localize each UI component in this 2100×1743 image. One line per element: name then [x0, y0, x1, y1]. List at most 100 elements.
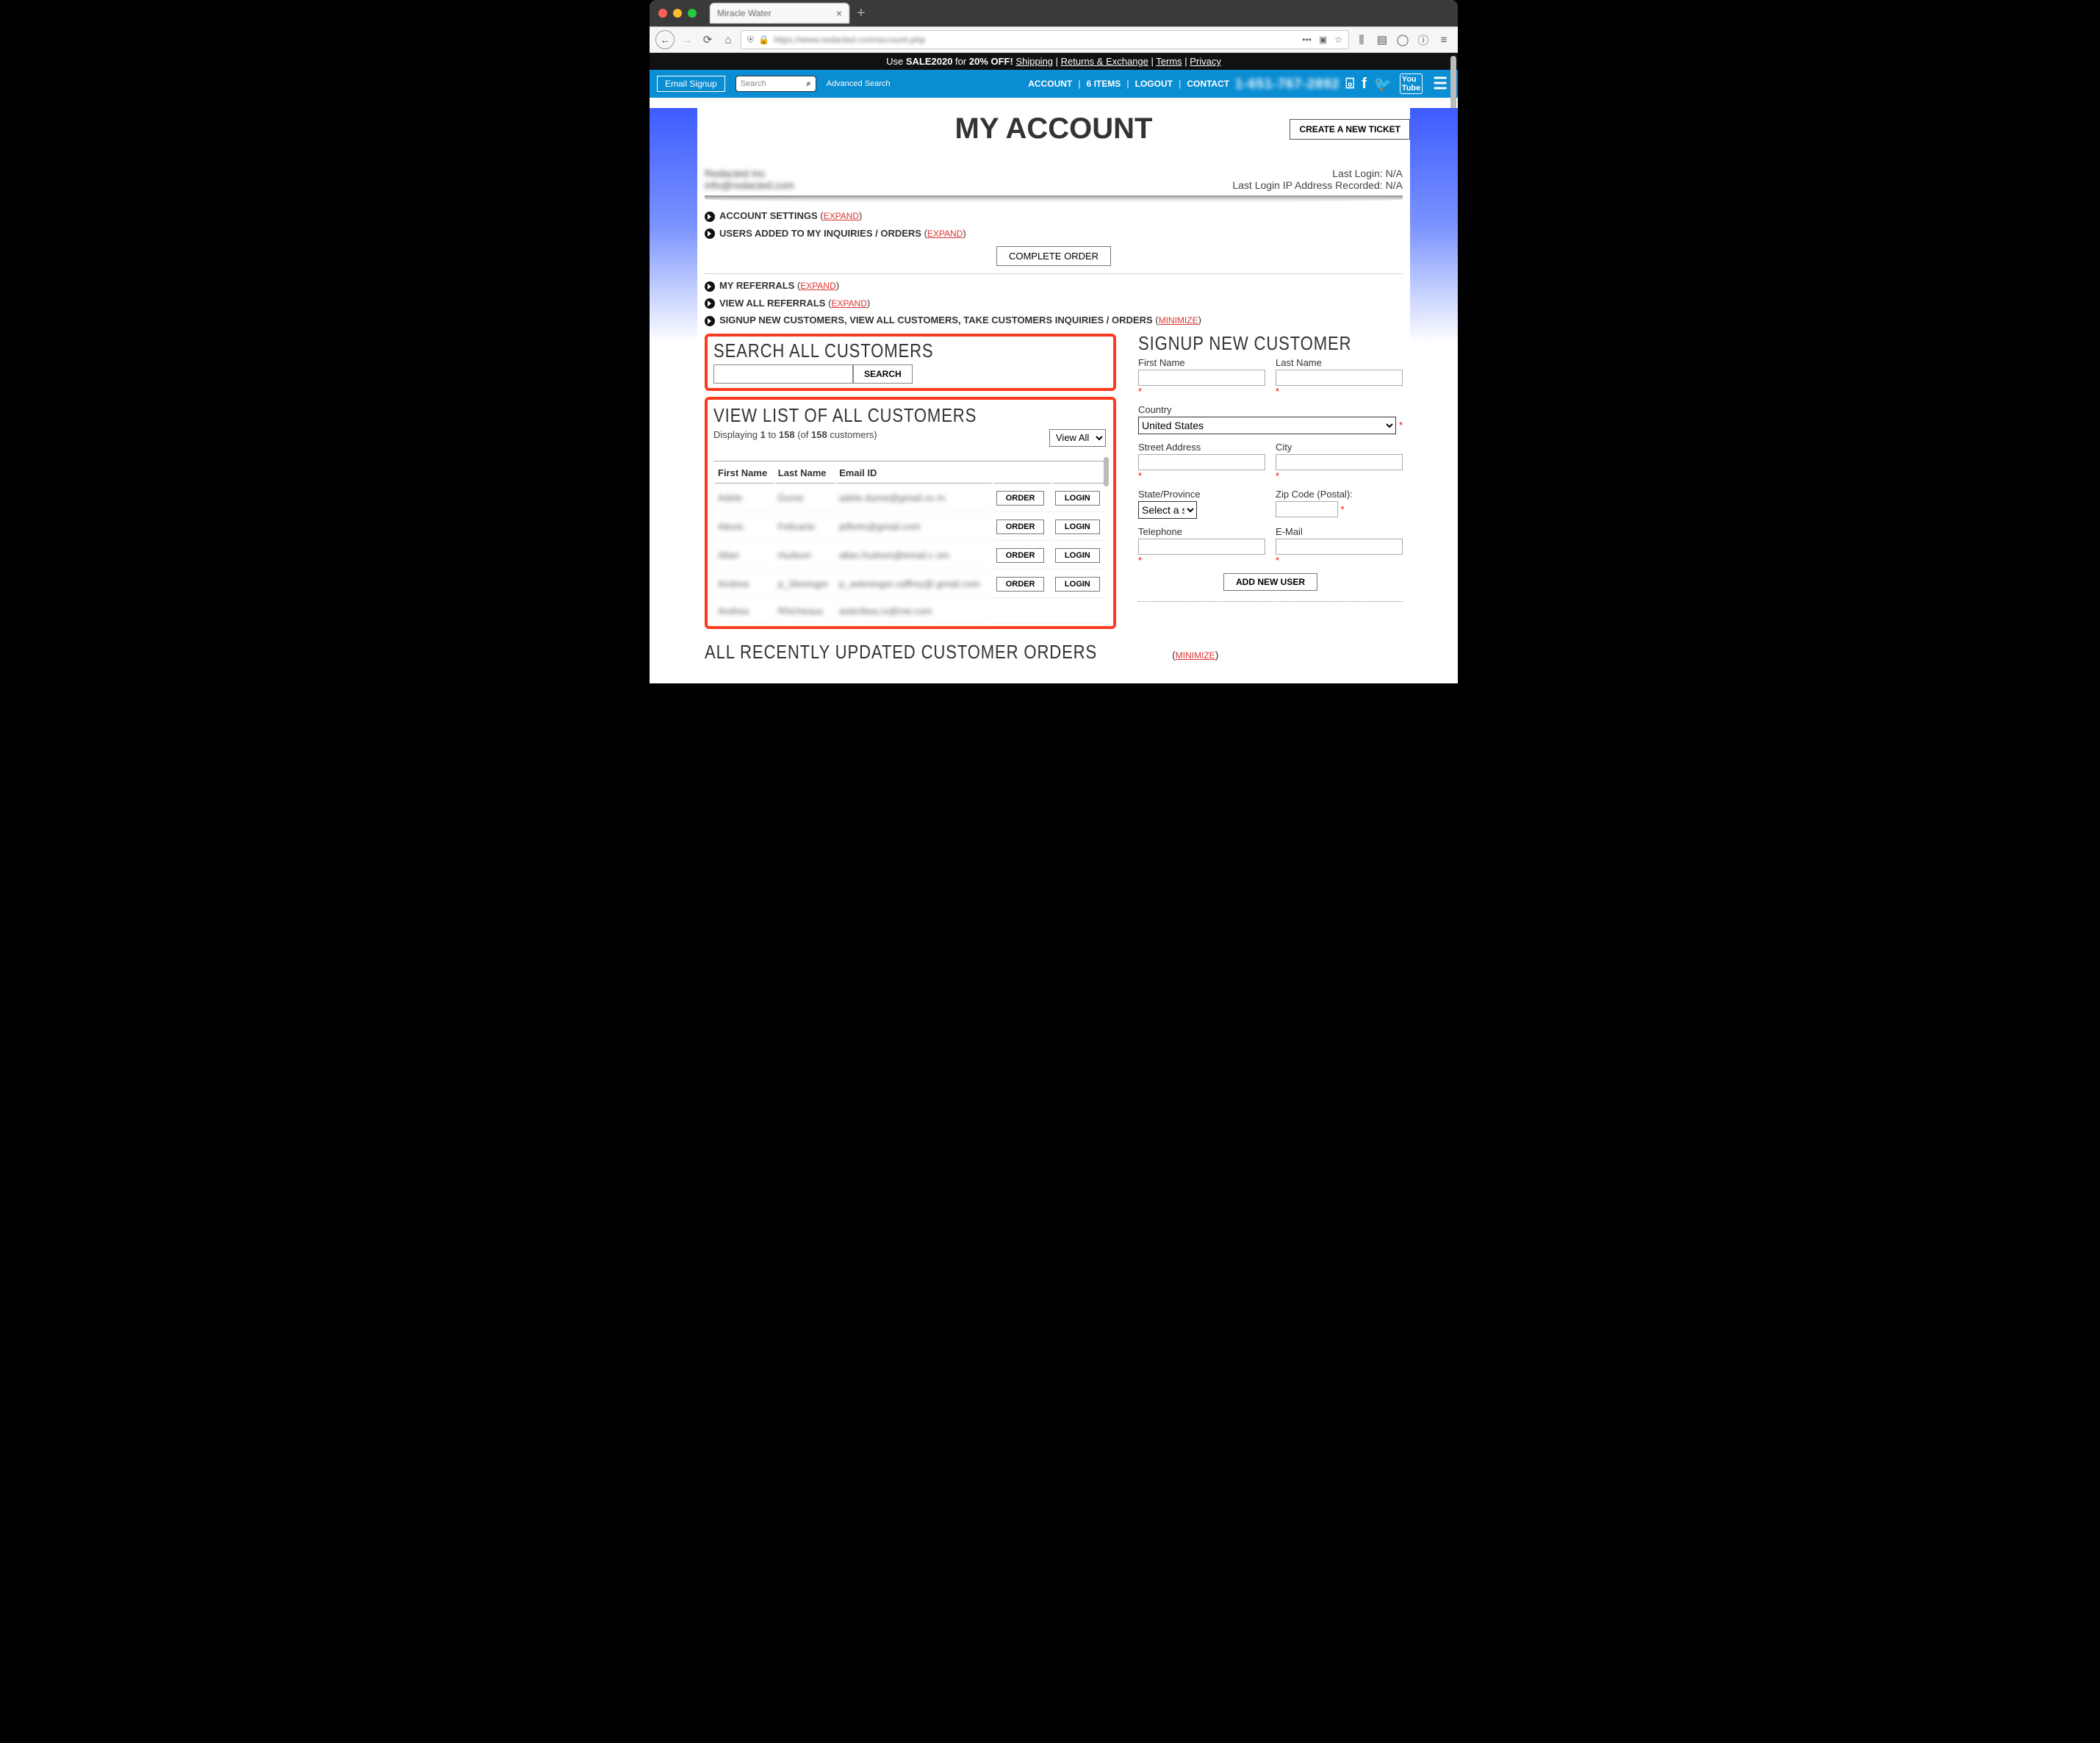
more-icon[interactable]: •••: [1302, 35, 1312, 45]
new-tab-icon[interactable]: +: [857, 5, 866, 22]
create-ticket-button[interactable]: CREATE A NEW TICKET: [1290, 119, 1410, 140]
zip-field[interactable]: [1276, 501, 1338, 517]
order-button[interactable]: ORDER: [996, 520, 1045, 534]
list-customers-title: VIEW LIST OF ALL CUSTOMERS: [713, 406, 1049, 425]
add-user-button[interactable]: ADD NEW USER: [1223, 573, 1317, 591]
info-icon[interactable]: ⓘ: [1415, 32, 1431, 48]
twitter-icon[interactable]: 🐦: [1374, 75, 1392, 93]
login-button[interactable]: LOGIN: [1055, 548, 1100, 563]
col-last-name: Last Name: [775, 463, 835, 484]
nav-items[interactable]: 6 ITEMS: [1087, 79, 1121, 89]
browser-toolbar: ← → ⟳ ⌂ ⛨ 🔒 https://www.redacted.com/acc…: [650, 26, 1458, 53]
minimize-recent-orders[interactable]: MINIMIZE: [1176, 650, 1215, 661]
pagination-label: Displaying 1 to 158 (of 158 customers): [713, 429, 1107, 440]
last-ip: Last Login IP Address Recorded: N/A: [1232, 179, 1403, 191]
maximize-window-icon[interactable]: [688, 9, 697, 18]
label-first-name: First Name: [1138, 357, 1265, 368]
promo-code: SALE2020: [906, 56, 953, 67]
chevron-right-icon[interactable]: [705, 298, 715, 309]
youtube-icon[interactable]: YouTube: [1400, 73, 1423, 94]
complete-order-button[interactable]: COMPLETE ORDER: [996, 246, 1111, 266]
login-button[interactable]: LOGIN: [1055, 577, 1100, 592]
city-field[interactable]: [1276, 454, 1403, 470]
inner-scrollbar[interactable]: [1104, 457, 1109, 486]
country-select[interactable]: United States: [1138, 417, 1396, 434]
state-select[interactable]: Select a state: [1138, 501, 1197, 519]
search-input[interactable]: Search ⌕: [736, 76, 816, 92]
login-button[interactable]: LOGIN: [1055, 520, 1100, 534]
label-zip: Zip Code (Postal):: [1276, 489, 1403, 500]
lock-icon: 🔒: [758, 35, 769, 45]
chevron-right-icon[interactable]: [705, 212, 715, 222]
table-row: AndreaRhicheauxasterikea.rx@me.com: [715, 600, 1106, 623]
nav-logout[interactable]: LOGOUT: [1135, 79, 1173, 89]
search-customers-input[interactable]: [713, 364, 853, 384]
privacy-link[interactable]: Privacy: [1190, 56, 1221, 67]
chevron-right-icon[interactable]: [705, 316, 715, 326]
view-all-select[interactable]: View All: [1049, 429, 1106, 447]
expand-account-settings[interactable]: EXPAND: [824, 211, 859, 221]
phone-number: 1-651-767-2892: [1235, 76, 1340, 92]
expand-all-referrals[interactable]: EXPAND: [831, 298, 866, 309]
email-signup-button[interactable]: Email Signup: [657, 76, 725, 92]
close-tab-icon[interactable]: ×: [836, 7, 842, 19]
minimize-signup-section[interactable]: MINIMIZE: [1159, 315, 1198, 326]
browser-tab[interactable]: Miracle Water ×: [710, 3, 849, 24]
shield-icon: ⛨: [747, 35, 754, 46]
home-icon[interactable]: ⌂: [720, 32, 736, 48]
minimize-window-icon[interactable]: [673, 9, 682, 18]
forward-icon[interactable]: →: [679, 32, 695, 48]
label-street: Street Address: [1138, 442, 1265, 453]
facebook-icon[interactable]: f: [1362, 76, 1367, 93]
expand-my-referrals[interactable]: EXPAND: [800, 281, 835, 291]
library-icon[interactable]: ⫼: [1353, 32, 1370, 48]
advanced-search-link[interactable]: Advanced Search: [827, 79, 891, 88]
phone-field[interactable]: [1138, 539, 1265, 555]
street-field[interactable]: [1138, 454, 1265, 470]
nav-contact[interactable]: CONTACT: [1187, 79, 1229, 89]
star-icon[interactable]: ☆: [1334, 35, 1342, 45]
label-email: E-Mail: [1276, 526, 1403, 537]
search-customers-title: SEARCH ALL CUSTOMERS: [713, 341, 1049, 360]
account-icon[interactable]: ◯: [1395, 32, 1411, 48]
returns-link[interactable]: Returns & Exchange: [1061, 56, 1148, 67]
order-button[interactable]: ORDER: [996, 577, 1045, 592]
terms-link[interactable]: Terms: [1156, 56, 1182, 67]
search-customers-button[interactable]: SEARCH: [853, 364, 913, 384]
chevron-right-icon[interactable]: [705, 229, 715, 239]
col-email: Email ID: [836, 463, 992, 484]
back-icon[interactable]: ←: [655, 30, 675, 49]
promo-bar: Use SALE2020 for 20% OFF! Shipping | Ret…: [650, 53, 1458, 70]
account-identity: Redacted Inc info@redacted.com: [705, 168, 794, 191]
sidebar-icon[interactable]: ▤: [1374, 32, 1390, 48]
login-button[interactable]: LOGIN: [1055, 491, 1100, 506]
first-name-field[interactable]: [1138, 370, 1265, 386]
email-field[interactable]: [1276, 539, 1403, 555]
expand-users[interactable]: EXPAND: [927, 229, 963, 239]
page-title: MY ACCOUNT: [955, 112, 1153, 145]
search-icon[interactable]: ⌕: [807, 79, 811, 89]
main-nav: Email Signup Search ⌕ Advanced Search AC…: [650, 70, 1458, 98]
menu-icon[interactable]: ≡: [1436, 32, 1452, 48]
chevron-right-icon[interactable]: [705, 281, 715, 292]
reader-icon[interactable]: ▣: [1319, 35, 1327, 45]
table-row: AdeleDumeadele.dume@gmail.co mORDERLOGIN: [715, 485, 1106, 512]
label-last-name: Last Name: [1276, 357, 1403, 368]
table-row: Andreap_Slesingerp_aslesinger.caffrey@ g…: [715, 571, 1106, 598]
nav-account[interactable]: ACCOUNT: [1028, 79, 1072, 89]
last-name-field[interactable]: [1276, 370, 1403, 386]
tab-title: Miracle Water: [717, 8, 772, 18]
reload-icon[interactable]: ⟳: [700, 32, 716, 48]
col-first-name: First Name: [715, 463, 774, 484]
address-bar[interactable]: ⛨ 🔒 https://www.redacted.com/account.php…: [741, 30, 1349, 49]
url-text: https://www.redacted.com/account.php: [774, 35, 925, 45]
instagram-icon[interactable]: ⌻: [1345, 76, 1354, 93]
order-button[interactable]: ORDER: [996, 548, 1045, 563]
customers-table: First Name Last Name Email ID AdeleDumea…: [713, 461, 1107, 625]
close-window-icon[interactable]: [658, 9, 667, 18]
order-button[interactable]: ORDER: [996, 491, 1045, 506]
signup-customer-title: SIGNUP NEW CUSTOMER: [1138, 334, 1363, 353]
table-row: AlexisFelicartajeflorts@gmail.comORDERLO…: [715, 514, 1106, 541]
hamburger-icon[interactable]: ☰: [1433, 74, 1448, 93]
shipping-link[interactable]: Shipping: [1015, 56, 1053, 67]
